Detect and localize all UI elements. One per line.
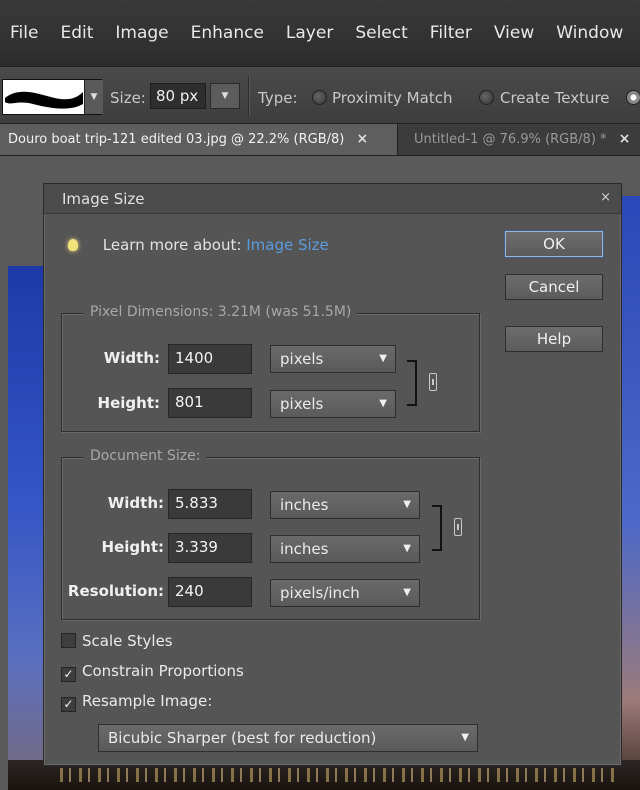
tab-douro-boat-trip[interactable]: Douro boat trip-121 edited 03.jpg @ 22.2…	[0, 124, 398, 155]
doc-height-unit: inches	[280, 540, 329, 558]
dropdown-arrow-icon: ▼	[379, 398, 387, 409]
resample-method-select[interactable]: Bicubic Sharper (best for reduction) ▼	[98, 724, 478, 752]
resample-image-label: Resample Image:	[82, 692, 213, 710]
size-input[interactable]: 80 px	[150, 83, 206, 109]
document-tab-bar: Douro boat trip-121 edited 03.jpg @ 22.2…	[0, 124, 640, 156]
scale-styles-checkbox[interactable]	[61, 633, 76, 648]
constrain-proportions-label: Constrain Proportions	[82, 662, 244, 680]
scale-styles-row[interactable]: Scale Styles	[61, 632, 173, 650]
document-size-legend: Document Size:	[84, 448, 207, 464]
content-aware-radio[interactable]	[626, 90, 640, 105]
create-texture-label: Create Texture	[500, 89, 610, 107]
pixel-dimensions-legend: Pixel Dimensions: 3.21M (was 51.5M)	[84, 304, 358, 320]
size-dropdown-arrow-icon[interactable]: ▼	[210, 83, 240, 109]
checkmark-icon[interactable]: ✓	[61, 667, 76, 682]
tab-untitled-1[interactable]: Untitled-1 @ 76.9% (RGB/8) * ×	[402, 124, 640, 155]
menu-bar: File Edit Image Enhance Layer Select Fil…	[0, 0, 640, 66]
menu-edit[interactable]: Edit	[60, 23, 93, 43]
pixel-height-label: Height:	[97, 394, 160, 412]
pixel-width-unit-select[interactable]: pixels ▼	[270, 345, 396, 373]
close-icon[interactable]: ×	[356, 131, 368, 147]
doc-width-input[interactable]: 5.833	[168, 489, 252, 519]
close-icon[interactable]: ×	[600, 190, 611, 205]
scale-styles-label: Scale Styles	[82, 632, 173, 650]
resample-image-row[interactable]: ✓ Resample Image:	[61, 692, 212, 712]
tab-title: Douro boat trip-121 edited 03.jpg @ 22.2…	[8, 132, 345, 147]
checkmark-icon[interactable]: ✓	[61, 697, 76, 712]
dialog-title-bar[interactable]: Image Size ×	[44, 184, 621, 214]
pixel-width-unit: pixels	[280, 350, 324, 368]
toolbar-divider	[248, 77, 250, 115]
dropdown-arrow-icon: ▼	[403, 499, 411, 510]
resolution-input[interactable]: 240	[168, 577, 252, 607]
menu-image[interactable]: Image	[115, 23, 168, 43]
doc-height-label: Height:	[101, 538, 164, 556]
menu-select[interactable]: Select	[355, 23, 407, 43]
pixel-dimensions-group: Pixel Dimensions: 3.21M (was 51.5M) Widt…	[61, 304, 480, 432]
dropdown-arrow-icon: ▼	[461, 732, 469, 743]
learn-more-label: Learn more about:	[102, 236, 242, 254]
image-size-help-link[interactable]: Image Size	[246, 236, 329, 254]
doc-width-unit: inches	[280, 496, 329, 514]
dropdown-arrow-icon: ▼	[403, 543, 411, 554]
help-button[interactable]: Help	[505, 326, 603, 352]
document-link-bracket	[432, 505, 442, 551]
city-lights	[60, 768, 620, 782]
ok-button[interactable]: OK	[505, 231, 603, 257]
pixel-width-input[interactable]: 1400	[168, 344, 252, 374]
dialog-title: Image Size	[62, 190, 145, 208]
image-size-dialog: Image Size × Learn more about: Image Siz…	[43, 183, 622, 766]
constrain-proportions-row[interactable]: ✓ Constrain Proportions	[61, 662, 244, 682]
tab-title: Untitled-1 @ 76.9% (RGB/8) *	[414, 132, 607, 147]
menu-view[interactable]: View	[494, 23, 534, 43]
resolution-unit: pixels/inch	[280, 584, 360, 602]
pixel-height-unit-select[interactable]: pixels ▼	[270, 390, 396, 418]
pixel-height-unit: pixels	[280, 395, 324, 413]
pixel-height-input[interactable]: 801	[168, 388, 252, 418]
chain-link-icon	[454, 518, 462, 536]
doc-height-unit-select[interactable]: inches ▼	[270, 535, 420, 563]
doc-width-label: Width:	[107, 494, 164, 512]
tool-options-bar: ▼ Size: 80 px ▼ Type: Proximity Match Cr…	[0, 66, 640, 124]
resample-method-value: Bicubic Sharper (best for reduction)	[108, 729, 377, 747]
menu-enhance[interactable]: Enhance	[191, 23, 264, 43]
cancel-button[interactable]: Cancel	[505, 274, 603, 300]
dropdown-arrow-icon: ▼	[403, 587, 411, 598]
photo-edge-left	[8, 266, 48, 790]
chain-link-icon	[429, 373, 437, 391]
lightbulb-icon	[68, 239, 78, 251]
brush-stroke-icon	[5, 91, 83, 109]
menu-layer[interactable]: Layer	[286, 23, 333, 43]
resolution-label: Resolution:	[67, 582, 164, 600]
proximity-match-radio[interactable]	[312, 90, 327, 105]
brush-dropdown-arrow-icon[interactable]: ▼	[84, 80, 103, 114]
type-label: Type:	[258, 89, 298, 107]
create-texture-radio[interactable]	[479, 90, 494, 105]
document-size-group: Document Size: Width: 5.833 inches ▼ Hei…	[61, 448, 480, 620]
size-label: Size:	[110, 89, 146, 107]
doc-width-unit-select[interactable]: inches ▼	[270, 491, 420, 519]
learn-more-row: Learn more about: Image Size	[68, 236, 329, 254]
doc-height-input[interactable]: 3.339	[168, 533, 252, 563]
close-icon[interactable]: ×	[619, 131, 631, 147]
pixel-link-bracket	[407, 360, 417, 406]
resolution-unit-select[interactable]: pixels/inch ▼	[270, 579, 420, 607]
proximity-match-label: Proximity Match	[332, 89, 453, 107]
menu-file[interactable]: File	[10, 23, 38, 43]
dropdown-arrow-icon: ▼	[379, 353, 387, 364]
menu-window[interactable]: Window	[556, 23, 623, 43]
menu-filter[interactable]: Filter	[430, 23, 472, 43]
pixel-width-label: Width:	[103, 349, 160, 367]
